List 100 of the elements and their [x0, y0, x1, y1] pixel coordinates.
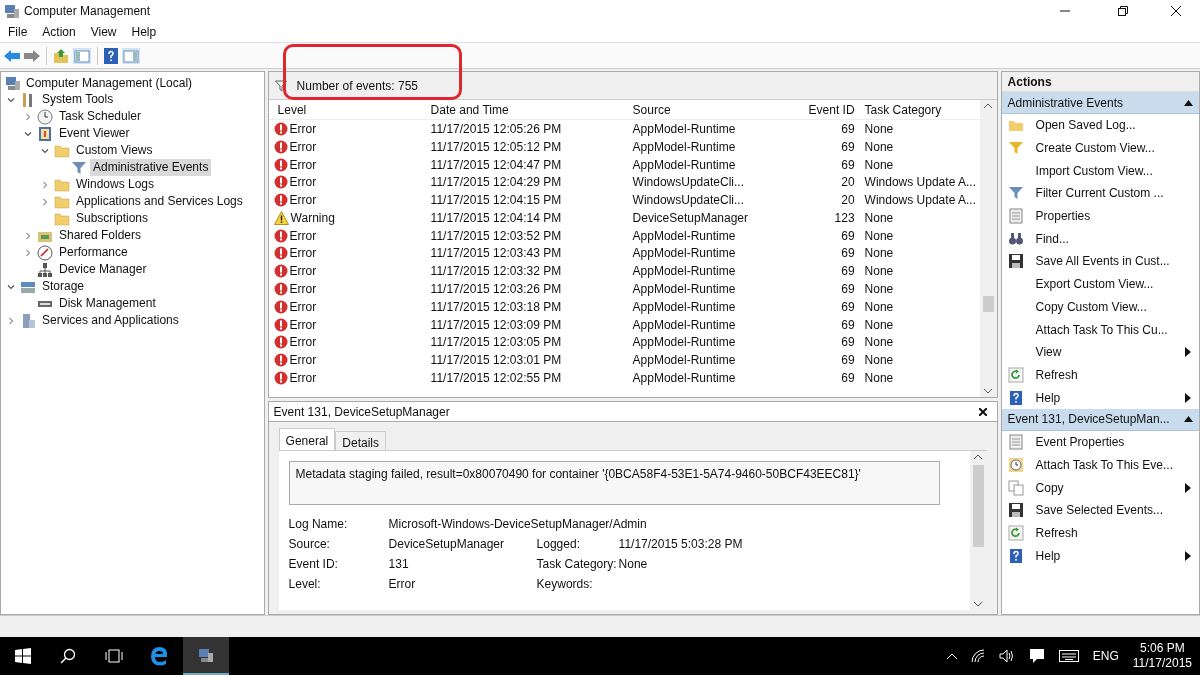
pane-command[interactable]: Refresh: [1001, 521, 1199, 545]
pane-command[interactable]: Attach Task To This Cu...: [1001, 318, 1199, 341]
pane-command[interactable]: Import Custom View...: [1001, 159, 1199, 183]
chevron-down-icon[interactable]: [7, 282, 15, 291]
wifi-icon[interactable]: [970, 649, 985, 663]
column-header[interactable]: Level: [268, 100, 426, 119]
pane-command[interactable]: Attach Task To This Eve...: [1001, 453, 1199, 477]
column-header[interactable]: Task Category: [859, 100, 980, 119]
table-cell: AppModel-Runtime: [632, 335, 736, 350]
computer-management-taskbar-button[interactable]: [183, 637, 229, 675]
tab[interactable]: General: [278, 428, 336, 450]
pane-command[interactable]: Create Custom View...: [1001, 136, 1199, 160]
event-row[interactable]: Error 11/17/2015 12:03:18 PM AppModel-Runtime 69 None: [268, 297, 980, 316]
tree-item[interactable]: Computer Management (Local): [24, 73, 195, 92]
event-row[interactable]: Error 11/17/2015 12:05:12 PM AppModel-Runtime 69 None: [268, 137, 980, 156]
tree-item[interactable]: Applications and Services Logs: [73, 193, 246, 210]
event-row[interactable]: Error 11/17/2015 12:03:09 PM AppModel-Runtime 69 None: [268, 315, 980, 334]
keyboard-icon[interactable]: [1058, 650, 1079, 662]
scroll-thumb[interactable]: [972, 465, 984, 547]
table-cell: None: [864, 353, 894, 368]
event-row[interactable]: Error 11/17/2015 12:03:43 PM AppModel-Runtime 69 None: [268, 244, 980, 263]
clock-date[interactable]: 11/17/2015: [1132, 656, 1192, 671]
scrollbar[interactable]: [979, 100, 997, 397]
event-row[interactable]: Error 11/17/2015 12:03:32 PM AppModel-Runtime 69 None: [268, 262, 980, 281]
tree-item[interactable]: Shared Folders: [56, 227, 145, 244]
tree-item[interactable]: Storage: [39, 278, 88, 295]
pane-command[interactable]: Filter Current Custom ...: [1001, 182, 1199, 205]
tree-item[interactable]: Custom Views: [73, 142, 156, 159]
folder-icon: [54, 193, 70, 210]
pane-command[interactable]: Open Saved Log...: [1001, 114, 1199, 137]
scroll-up-icon[interactable]: [974, 454, 983, 460]
speaker-icon[interactable]: [998, 649, 1015, 663]
log-viewer-icon: [37, 125, 53, 142]
menu-item[interactable]: View: [84, 23, 123, 41]
windows-logo-icon: [14, 648, 31, 664]
table-cell: None: [864, 371, 894, 386]
help-icon[interactable]: [104, 47, 118, 64]
event-row[interactable]: Error 11/17/2015 12:02:55 PM AppModel-Runtime 69 None: [268, 369, 980, 387]
tab[interactable]: Details: [335, 431, 386, 450]
tree-item[interactable]: System Tools: [39, 91, 117, 108]
chevron-up-icon[interactable]: [946, 653, 957, 659]
pane-command[interactable]: Help: [1001, 386, 1199, 409]
pane-command[interactable]: Export Custom View...: [1001, 272, 1199, 296]
event-row[interactable]: Error 11/17/2015 12:04:47 PM AppModel-Runtime 69 None: [268, 155, 980, 174]
tree-item[interactable]: Windows Logs: [73, 176, 158, 193]
pane-command[interactable]: View: [1001, 340, 1199, 364]
notification-icon[interactable]: [1028, 648, 1045, 664]
section-header[interactable]: Event 131, DeviceSetupMan...: [1001, 408, 1199, 431]
event-row[interactable]: Error 11/17/2015 12:03:52 PM AppModel-Runtime 69 None: [268, 226, 980, 245]
column-header[interactable]: Source: [627, 100, 788, 119]
tree-item[interactable]: Services and Applications: [39, 312, 182, 329]
pane-command[interactable]: Find...: [1001, 227, 1199, 251]
error-icon: [273, 175, 288, 190]
pane-command[interactable]: Event Properties: [1001, 430, 1199, 454]
scroll-down-icon[interactable]: [974, 601, 983, 607]
event-row[interactable]: Error 11/17/2015 12:04:15 PM WindowsUpdateCli... 20 Windows Update A...: [268, 191, 980, 209]
scroll-down-icon[interactable]: [984, 388, 993, 394]
menu-item[interactable]: Help: [125, 23, 163, 41]
tree-item[interactable]: Device Manager: [56, 261, 150, 278]
table-cell-text: 20: [841, 192, 855, 210]
tree-item[interactable]: Administrative Events: [90, 159, 212, 176]
pane-command[interactable]: Save All Events in Cust...: [1001, 250, 1199, 273]
forward-arrow-icon[interactable]: [24, 48, 40, 63]
event-row[interactable]: Error 11/17/2015 12:05:26 PM AppModel-Runtime 69 None: [268, 120, 980, 138]
pane-command[interactable]: Save Selected Events...: [1001, 499, 1199, 522]
collapse-arrow-icon[interactable]: [1184, 416, 1193, 423]
tree-item[interactable]: Disk Management: [56, 295, 159, 312]
scroll-thumb[interactable]: [982, 296, 994, 312]
pane-command[interactable]: Copy: [1001, 476, 1199, 499]
pane-command[interactable]: Help: [1001, 544, 1199, 568]
event-row[interactable]: Error 11/17/2015 12:03:01 PM AppModel-Runtime 69 None: [268, 351, 980, 370]
language-indicator[interactable]: ENG: [1092, 647, 1119, 665]
scrollbar[interactable]: [969, 451, 987, 610]
tree-item[interactable]: Subscriptions: [73, 210, 152, 227]
menu-item[interactable]: Action: [36, 23, 82, 41]
pane-command[interactable]: Properties: [1001, 204, 1199, 228]
tree-item[interactable]: Performance: [56, 244, 131, 261]
event-row[interactable]: Error 11/17/2015 12:03:26 PM AppModel-Runtime 69 None: [268, 280, 980, 298]
chevron-down-icon[interactable]: [7, 95, 15, 104]
event-row[interactable]: Error 11/17/2015 12:03:05 PM AppModel-Runtime 69 None: [268, 333, 980, 352]
event-row[interactable]: Warning 11/17/2015 12:04:14 PM DeviceSetupManager 123 None: [268, 209, 980, 227]
tree-item[interactable]: Task Scheduler: [56, 108, 145, 125]
menu-item[interactable]: File: [2, 23, 34, 41]
up-folder-icon[interactable]: [53, 47, 69, 64]
pane-command[interactable]: Copy Custom View...: [1001, 295, 1199, 319]
column-header[interactable]: Event ID: [787, 100, 860, 119]
pane-command[interactable]: Refresh: [1001, 363, 1199, 387]
table-cell: DeviceSetupManager: [632, 210, 748, 225]
browser-e-icon: [150, 646, 170, 666]
scroll-up-icon[interactable]: [984, 103, 993, 109]
back-arrow-icon[interactable]: [4, 48, 20, 63]
tree-item[interactable]: Event Viewer: [56, 125, 133, 142]
collapse-arrow-icon[interactable]: [1184, 99, 1193, 106]
event-row[interactable]: Error 11/17/2015 12:04:29 PM WindowsUpdateCli... 20 Windows Update A...: [268, 173, 980, 192]
table-cell: AppModel-Runtime: [632, 121, 736, 136]
clock-time[interactable]: 5:06 PM: [1140, 641, 1185, 656]
close-icon[interactable]: [978, 407, 987, 416]
column-header[interactable]: Date and Time: [425, 100, 628, 119]
section-header[interactable]: Administrative Events: [1001, 92, 1199, 114]
help-icon: [1007, 389, 1024, 406]
